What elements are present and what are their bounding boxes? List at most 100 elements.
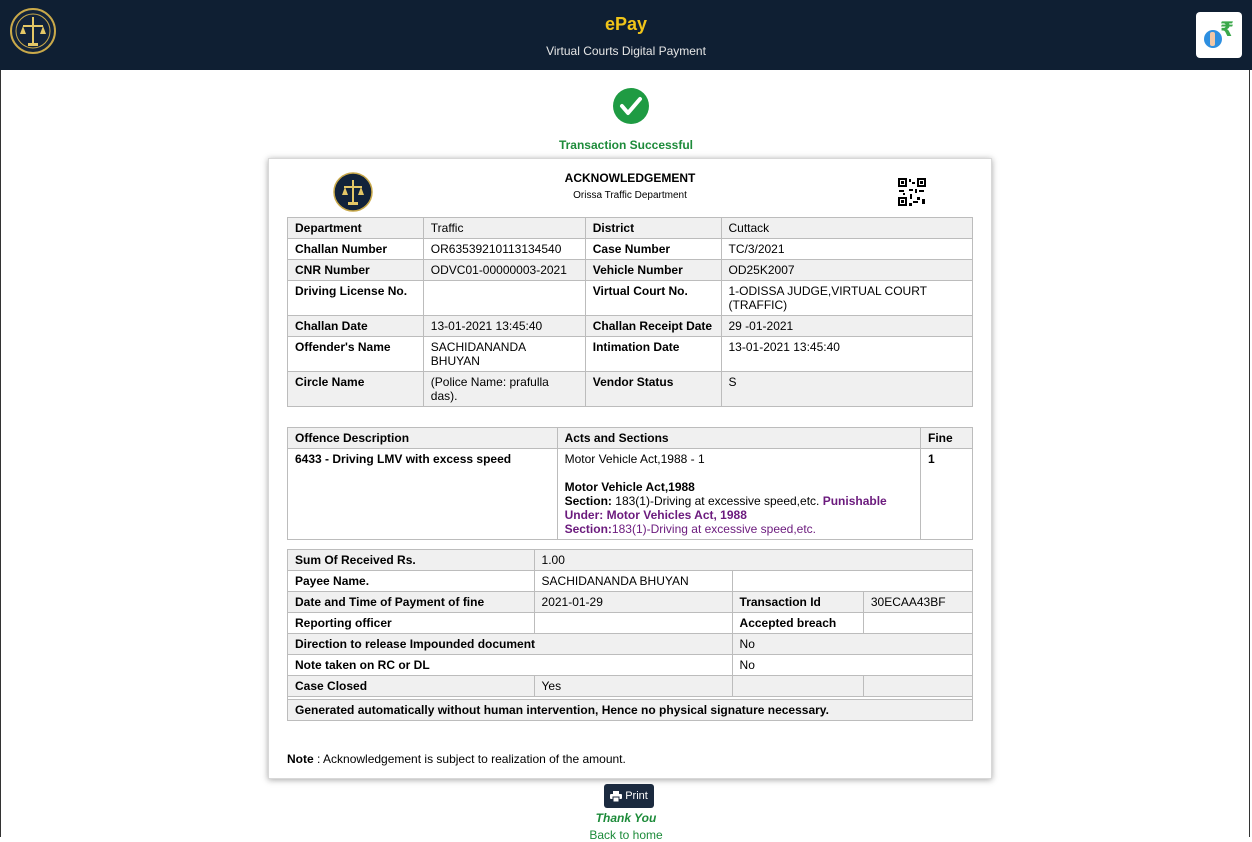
auto-generated-text: Generated automatically without human in… [287, 699, 973, 721]
print-label: Print [625, 790, 648, 802]
breach-value [862, 612, 974, 634]
fine-amount: 1 [920, 448, 973, 540]
detail-value: ODVC01-00000003-2021 [422, 259, 586, 281]
app-title: ePay [604, 14, 648, 34]
detail-value: OD25K2007 [720, 259, 973, 281]
section2-label: Section: [564, 522, 612, 536]
detail-label: Vehicle Number [584, 259, 722, 281]
thank-you-text: Thank You [595, 811, 657, 825]
section2-line: Section:183(1)-Driving at excessive spee… [565, 522, 913, 536]
printer-icon [610, 790, 623, 802]
detail-label: Circle Name [287, 371, 424, 407]
transaction-id-value: 30ECAA43BF [862, 591, 974, 613]
sum-row: Sum Of Received Rs. 1.00 [287, 549, 974, 571]
note-rc-value: No [731, 654, 974, 676]
detail-value [422, 280, 586, 316]
release-label: Direction to release Impounded document [287, 633, 733, 655]
acts-sections-cell: Motor Vehicle Act,1988 - 1 Motor Vehicle… [556, 448, 922, 540]
detail-value: 13-01-2021 13:45:40 [720, 336, 973, 372]
offence-header: Offence Description [287, 427, 558, 449]
note-label: Note [287, 752, 314, 766]
challan-details-body: Department Traffic District Cuttack Challan … [287, 217, 973, 407]
detail-label: Driving License No. [287, 280, 424, 316]
detail-label: CNR Number [287, 259, 424, 281]
punishable-act: Motor Vehicles Act, 1988 [606, 508, 747, 522]
officer-value [533, 612, 733, 634]
detail-label: Offender's Name [287, 336, 424, 372]
detail-row: CNR Number ODVC01-00000003-2021 Vehicle Nu… [287, 259, 973, 281]
auto-generated-row: Generated automatically without human in… [287, 699, 973, 721]
payment-date-label: Date and Time of Payment of fine [287, 591, 535, 613]
empty-cell [862, 675, 974, 697]
payee-value: SACHIDANANDA BHUYAN [533, 570, 733, 592]
svg-text:₹: ₹ [1220, 17, 1234, 41]
check-circle-icon [613, 88, 649, 124]
offence-table: Offence Description Acts and Sections Fi… [287, 427, 973, 540]
empty-cell [731, 675, 864, 697]
back-to-home-link[interactable]: Back to home [0, 828, 1252, 842]
offence-row: 6433 - Driving LMV with excess speed Mot… [287, 448, 973, 540]
acknowledgement-card: ACKNOWLEDGEMENT Orissa Traffic Departmen… [268, 158, 992, 779]
detail-label: Challan Number [287, 238, 424, 260]
detail-row: Driving License No. Virtual Court No. 1-OD… [287, 280, 973, 316]
ack-subtitle: Orissa Traffic Department [573, 190, 687, 201]
fine-header: Fine [920, 427, 973, 449]
detail-row: Offender's Name SACHIDANANDA BHUYAN Intima… [287, 336, 973, 372]
detail-label: Virtual Court No. [584, 280, 722, 316]
payment-date-row: Date and Time of Payment of fine 2021-01… [287, 591, 974, 613]
print-button[interactable]: Print [604, 784, 654, 808]
pay-button[interactable]: ₹ [1196, 12, 1242, 58]
note-rc-row: Note taken on RC or DL No [287, 654, 974, 676]
section-line: Section: 183(1)-Driving at excessive spe… [565, 494, 913, 522]
offence-description: 6433 - Driving LMV with excess speed [287, 448, 558, 540]
top-bar: ePay Virtual Courts Digital Payment ₹ [0, 0, 1252, 70]
act-name: Motor Vehicle Act,1988 [564, 480, 695, 494]
note-text: : Acknowledgement is subject to realizat… [313, 752, 626, 766]
officer-label: Reporting officer [287, 612, 535, 634]
detail-value: TC/3/2021 [720, 238, 973, 260]
detail-row: Department Traffic District Cuttack [287, 217, 973, 239]
detail-row: Circle Name (Police Name: prafulla das). V… [287, 371, 973, 407]
app-subtitle: Virtual Courts Digital Payment [546, 44, 706, 58]
detail-value: 29 -01-2021 [720, 315, 973, 337]
ack-title: ACKNOWLEDGEMENT [564, 171, 696, 185]
detail-value: (Police Name: prafulla das). [422, 371, 586, 407]
success-message: Transaction Successful [558, 138, 694, 152]
rupee-pay-icon: ₹ [1204, 17, 1234, 48]
release-row: Direction to release Impounded document … [287, 633, 974, 655]
detail-label: Challan Receipt Date [584, 315, 722, 337]
sum-value: 1.00 [533, 549, 974, 571]
detail-value: Traffic [422, 217, 586, 239]
case-closed-row: Case Closed Yes [287, 675, 974, 697]
payee-label: Payee Name. [287, 570, 535, 592]
acts-header: Acts and Sections [556, 427, 922, 449]
offence-header-row: Offence Description Acts and Sections Fi… [287, 427, 973, 449]
detail-value: OR63539210113134540 [422, 238, 586, 260]
challan-details-table: Department Traffic District Cuttack Challan … [287, 217, 973, 407]
note-line: Note : Acknowledgement is subject to rea… [287, 752, 626, 766]
officer-row: Reporting officer Accepted breach [287, 612, 974, 634]
detail-label: Case Number [584, 238, 722, 260]
section-text: 183(1)-Driving at excessive speed,etc. [615, 494, 820, 508]
qr-code-icon [897, 177, 927, 207]
payment-table: Sum Of Received Rs. 1.00 Payee Name. SAC… [287, 549, 974, 721]
detail-value: S [720, 371, 973, 407]
release-value: No [731, 633, 974, 655]
detail-label: District [584, 217, 722, 239]
detail-label: Vendor Status [584, 371, 722, 407]
detail-value: SACHIDANANDA BHUYAN [422, 336, 586, 372]
section-label: Section: [564, 494, 612, 508]
case-closed-value: Yes [533, 675, 733, 697]
detail-value: Cuttack [720, 217, 973, 239]
act-line: Motor Vehicle Act,1988 - 1 [564, 452, 705, 466]
detail-label: Department [287, 217, 424, 239]
note-rc-label: Note taken on RC or DL [287, 654, 733, 676]
detail-row: Challan Number OR63539210113134540 Case Nu… [287, 238, 973, 260]
sum-label: Sum Of Received Rs. [287, 549, 535, 571]
detail-label: Challan Date [287, 315, 424, 337]
breach-label: Accepted breach [731, 612, 864, 634]
detail-value: 1-ODISSA JUDGE,VIRTUAL COURT (TRAFFIC) [720, 280, 973, 316]
detail-value: 13-01-2021 13:45:40 [422, 315, 586, 337]
detail-row: Challan Date 13-01-2021 13:45:40 Challan R… [287, 315, 973, 337]
section2-text: 183(1)-Driving at excessive speed,etc. [611, 522, 817, 536]
